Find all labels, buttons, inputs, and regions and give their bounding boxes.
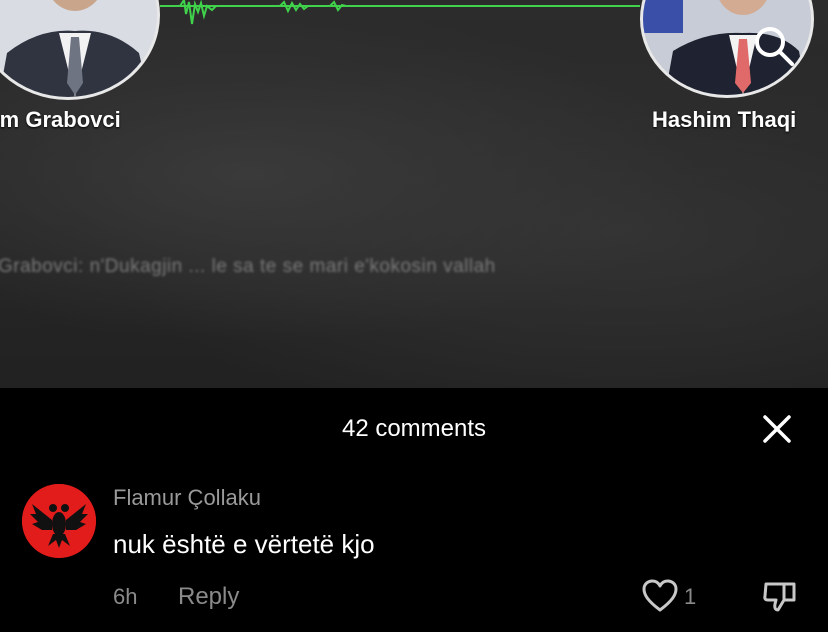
speaker-name-left: dem Grabovci [0,107,121,132]
video-caption: Grabovci: n'Dukagjin ... le sa te se mar… [0,256,496,277]
search-icon [755,27,794,66]
avatar[interactable] [22,484,96,558]
close-icon [763,415,791,443]
video-player[interactable]: dem Grabovci Hashim Thaqi Grabovci: n'Du… [0,0,828,388]
heart-outline-icon [642,579,678,612]
comment-author[interactable]: Flamur Çollaku [113,485,261,511]
search-button[interactable] [752,24,796,68]
albanian-eagle-icon [22,484,96,558]
speaker-portrait-left [0,0,160,100]
like-button[interactable] [640,576,680,616]
comment-timestamp: 6h [113,584,138,609]
reply-button[interactable]: Reply [178,583,239,611]
comments-sheet: 42 comments Flamur Çollaku nuk është e v [0,388,828,632]
comments-count-title: 42 comments [341,415,487,442]
close-button[interactable] [760,412,794,446]
dislike-button[interactable] [760,576,800,616]
speaker-name-right: Hashim Thaqi [652,107,797,132]
like-count: 1 [684,584,697,609]
thumbs-down-icon [763,582,796,612]
comment-text: nuk është e vërtetë kjo [113,529,375,559]
